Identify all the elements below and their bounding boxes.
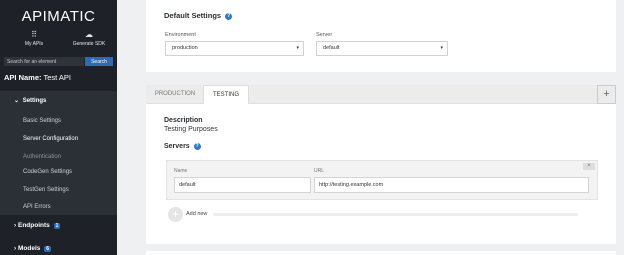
sidebar-item-endpoints[interactable]: › Endpoints 1 xyxy=(14,222,61,229)
sidebar-item-testgen-settings[interactable]: TestGen Settings xyxy=(23,187,69,193)
default-settings-title: Default Settings ? xyxy=(164,11,233,20)
sidebar-item-codegen-settings[interactable]: CodeGen Settings xyxy=(23,169,72,175)
tab-testing[interactable]: TESTING xyxy=(203,85,249,105)
server-label: Server xyxy=(316,32,333,38)
generate-sdk-button[interactable]: ☁ Generate SDK xyxy=(60,30,118,47)
servers-label: Servers xyxy=(164,143,190,150)
sidebar-item-basic-settings[interactable]: Basic Settings xyxy=(23,118,61,124)
default-settings-label: Default Settings xyxy=(164,11,222,20)
models-count-badge: 6 xyxy=(44,246,51,252)
add-environment-button[interactable]: + xyxy=(597,85,616,104)
generate-sdk-label: Generate SDK xyxy=(72,41,106,47)
description-value[interactable]: Testing Purposes xyxy=(164,126,218,133)
api-name: API Name: Test API xyxy=(4,73,71,82)
settings-label: Settings xyxy=(22,98,47,104)
server-value: default xyxy=(323,45,340,51)
endpoints-label: Endpoints xyxy=(17,222,50,229)
my-apis-label: My APIs xyxy=(24,41,44,47)
grid-icon: ⠿ xyxy=(31,30,37,39)
models-label: Models xyxy=(17,245,41,252)
add-new-label[interactable]: Add new xyxy=(186,211,207,217)
server-name-label: Name xyxy=(174,168,188,174)
environment-panel: Description Testing Purposes Servers ? ×… xyxy=(146,104,616,244)
server-url-field[interactable]: http://testing.example.com xyxy=(314,177,589,193)
server-row: × Name default URL http://testing.exampl… xyxy=(166,160,598,200)
sidebar-search: Search xyxy=(4,57,113,66)
close-icon[interactable]: × xyxy=(583,163,595,170)
sidebar-item-api-errors[interactable]: API Errors xyxy=(23,204,51,210)
api-name-prefix: API Name: xyxy=(4,73,42,82)
search-input[interactable] xyxy=(4,57,84,66)
caret-down-icon: ▾ xyxy=(440,45,443,51)
settings-submenu: Basic Settings Server Configuration Auth… xyxy=(0,112,117,215)
my-apis-button[interactable]: ⠿ My APIs xyxy=(5,30,63,47)
sidebar-item-models[interactable]: › Models 6 xyxy=(14,245,51,252)
add-server-button[interactable]: + xyxy=(168,207,183,222)
servers-title: Servers ? xyxy=(164,143,201,150)
sidebar-item-server-configuration[interactable]: Server Configuration xyxy=(23,136,78,142)
help-icon[interactable]: ? xyxy=(193,143,201,150)
sidebar: APIMATIC ⠿ My APIs ☁ Generate SDK Search… xyxy=(0,0,117,255)
chevron-right-icon: › xyxy=(14,222,17,229)
next-panel-edge xyxy=(146,251,616,255)
api-name-value: Test API xyxy=(43,73,71,82)
chevron-right-icon: › xyxy=(14,245,17,252)
help-icon[interactable]: ? xyxy=(225,13,233,20)
cloud-icon: ☁ xyxy=(85,30,93,39)
environment-value: production xyxy=(172,45,198,51)
caret-down-icon: ▾ xyxy=(296,45,299,51)
default-settings-panel: Default Settings ? Environment productio… xyxy=(146,0,616,72)
environment-label: Environment xyxy=(165,32,196,38)
environment-tabs: PRODUCTION TESTING xyxy=(146,85,616,105)
divider xyxy=(213,213,578,216)
description-label: Description xyxy=(164,117,203,124)
chevron-down-icon: ⌄ xyxy=(14,98,20,104)
sidebar-item-authentication[interactable]: Authentication xyxy=(23,154,61,160)
server-url-label: URL xyxy=(314,168,325,174)
tab-production[interactable]: PRODUCTION xyxy=(146,85,204,104)
search-button[interactable]: Search xyxy=(85,57,113,66)
environment-select[interactable]: production ▾ xyxy=(165,41,304,56)
server-select[interactable]: default ▾ xyxy=(316,41,448,56)
endpoints-count-badge: 1 xyxy=(53,223,61,229)
apimatic-logo[interactable]: APIMATIC xyxy=(0,8,117,25)
sidebar-item-settings[interactable]: ⌄ Settings xyxy=(0,91,117,112)
server-name-field[interactable]: default xyxy=(174,177,311,193)
